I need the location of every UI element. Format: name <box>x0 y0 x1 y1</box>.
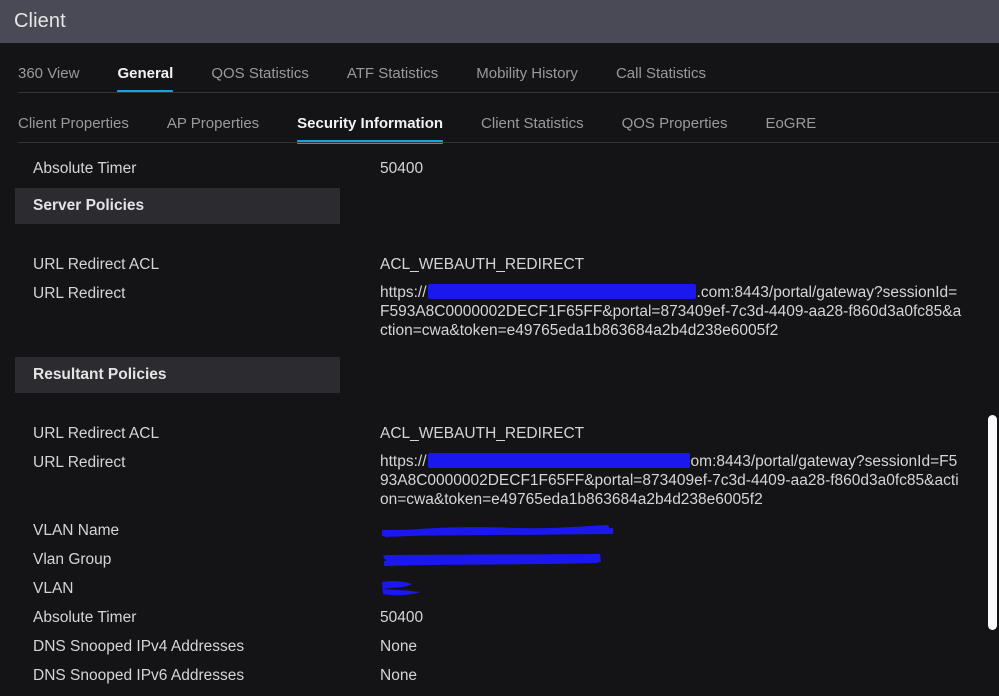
resultant-url-redirect-value: https://om:8443/portal/gateway?sessionId… <box>380 448 965 509</box>
tab-mobility-history[interactable]: Mobility History <box>476 65 578 93</box>
tab-atf-statistics[interactable]: ATF Statistics <box>347 65 438 93</box>
resultant-url-redirect-prefix: https:// <box>380 453 427 470</box>
tab-360-view[interactable]: 360 View <box>18 65 79 93</box>
vlan-group-label: Vlan Group <box>33 551 112 568</box>
section-header-resultant-policies: Resultant Policies <box>15 357 340 393</box>
tab-call-statistics[interactable]: Call Statistics <box>616 65 706 93</box>
detail-row-vlan-name: VLAN Name <box>0 516 999 545</box>
dns-snooped-ipv6-value: None <box>380 667 418 684</box>
tab-qos-properties-label: QOS Properties <box>621 115 728 132</box>
absolute-timer-bottom-label: Absolute Timer <box>33 609 137 626</box>
server-url-redirect-acl-value: ACL_WEBAUTH_REDIRECT <box>380 256 585 273</box>
tab-client-statistics-label: Client Statistics <box>481 115 584 132</box>
vertical-scrollbar-track[interactable] <box>987 150 999 696</box>
section-header-resultant-policies-label: Resultant Policies <box>33 366 167 383</box>
tab-call-statistics-label: Call Statistics <box>615 65 706 82</box>
section-header-server-policies: Server Policies <box>15 188 340 224</box>
tab-eogre-label: EoGRE <box>765 115 817 132</box>
security-information-panel: Absolute Timer 50400 Server Policies URL… <box>0 143 999 696</box>
vlan-label: VLAN <box>33 580 74 597</box>
window-title-bar: Client <box>0 0 999 43</box>
redaction-bar-server-hostname <box>427 284 696 300</box>
tab-general-label: General <box>117 65 174 82</box>
tab-general[interactable]: General <box>117 65 174 94</box>
detail-row-absolute-timer-bottom: Absolute Timer 50400 <box>0 603 999 632</box>
absolute-timer-top-label: Absolute Timer <box>33 160 137 177</box>
redaction-scribble-vlan-group <box>383 554 601 568</box>
server-url-redirect-acl-label: URL Redirect ACL <box>33 256 160 273</box>
server-url-redirect-label: URL Redirect <box>33 285 126 302</box>
tab-qos-properties[interactable]: QOS Properties <box>622 115 728 143</box>
tab-security-information-label: Security Information <box>297 115 444 132</box>
tab-360-view-label: 360 View <box>18 65 80 82</box>
tab-qos-statistics[interactable]: QOS Statistics <box>211 65 309 93</box>
detail-row-absolute-timer-top: Absolute Timer 50400 <box>0 154 999 183</box>
vlan-name-label: VLAN Name <box>33 522 120 539</box>
tab-eogre[interactable]: EoGRE <box>765 115 816 143</box>
detail-row-resultant-url-redirect: URL Redirect https://om:8443/portal/gate… <box>0 448 999 509</box>
dns-snooped-ipv6-label: DNS Snooped IPv6 Addresses <box>33 667 245 684</box>
detail-row-dns-snooped-ipv4: DNS Snooped IPv4 Addresses None <box>0 632 999 661</box>
tab-security-information[interactable]: Security Information <box>297 115 444 144</box>
section-header-server-policies-label: Server Policies <box>33 197 145 214</box>
vlan-value <box>380 574 965 603</box>
detail-row-server-url-redirect: URL Redirect https://.com:8443/portal/ga… <box>0 279 999 340</box>
detail-row-server-url-redirect-acl: URL Redirect ACL ACL_WEBAUTH_REDIRECT <box>0 250 999 279</box>
redaction-bar-resultant-hostname <box>427 453 690 469</box>
tab-ap-properties[interactable]: AP Properties <box>167 115 259 143</box>
tab-qos-statistics-label: QOS Statistics <box>211 65 309 82</box>
detail-row-vlan: VLAN <box>0 574 999 603</box>
dns-snooped-ipv4-label: DNS Snooped IPv4 Addresses <box>33 638 245 655</box>
tab-ap-properties-label: AP Properties <box>166 115 260 132</box>
vlan-group-value <box>380 545 965 574</box>
server-url-redirect-value: https://.com:8443/portal/gateway?session… <box>380 279 965 340</box>
tab-client-statistics[interactable]: Client Statistics <box>481 115 584 143</box>
resultant-url-redirect-acl-label: URL Redirect ACL <box>33 425 160 442</box>
redaction-scribble-vlan <box>382 580 420 596</box>
tab-client-properties-label: Client Properties <box>18 115 129 132</box>
secondary-tab-bar: Client Properties AP Properties Security… <box>0 93 999 144</box>
vlan-name-value <box>380 516 965 545</box>
primary-tab-bar: 360 View General QOS Statistics ATF Stat… <box>0 43 999 94</box>
tab-mobility-history-label: Mobility History <box>476 65 578 82</box>
tab-client-properties[interactable]: Client Properties <box>18 115 129 143</box>
tab-atf-statistics-label: ATF Statistics <box>346 65 439 82</box>
page-title: Client <box>14 10 66 32</box>
redaction-scribble-vlan-name <box>382 525 613 537</box>
detail-row-dns-snooped-ipv6: DNS Snooped IPv6 Addresses None <box>0 661 999 690</box>
absolute-timer-top-value: 50400 <box>380 160 424 177</box>
resultant-url-redirect-label: URL Redirect <box>33 454 126 471</box>
detail-row-vlan-group: Vlan Group <box>0 545 999 574</box>
detail-row-resultant-url-redirect-acl: URL Redirect ACL ACL_WEBAUTH_REDIRECT <box>0 419 999 448</box>
dns-snooped-ipv4-value: None <box>380 638 418 655</box>
absolute-timer-bottom-value: 50400 <box>380 609 424 626</box>
resultant-url-redirect-acl-value: ACL_WEBAUTH_REDIRECT <box>380 425 585 442</box>
vertical-scrollbar-thumb[interactable] <box>988 415 997 630</box>
server-url-redirect-prefix: https:// <box>380 284 427 301</box>
